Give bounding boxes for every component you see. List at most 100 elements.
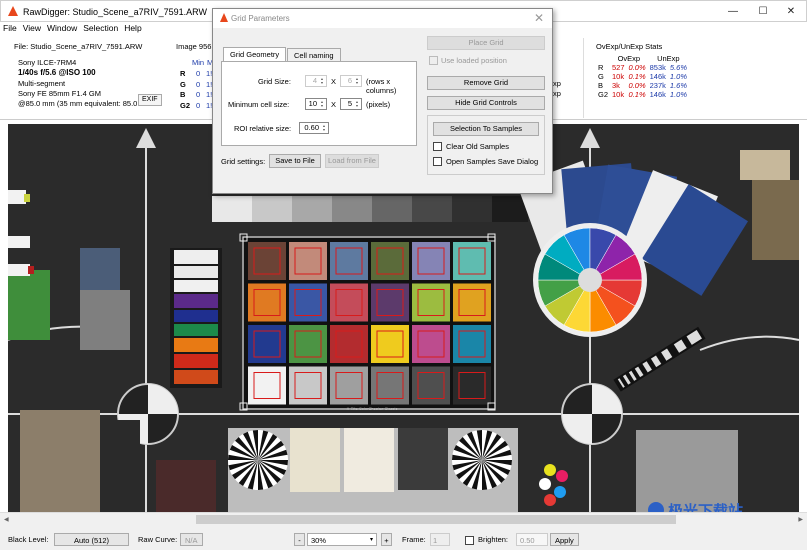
stats-row: R 527 0.0% 853k 5.6% xyxy=(598,63,688,72)
channel-r: R xyxy=(180,69,186,78)
color-checker-chart: X-Rite ColorChecker Classic xyxy=(239,233,496,411)
lens-name: Sony FE 85mm F1.4 GM xyxy=(18,89,101,98)
brighten-input[interactable]: 0.50 xyxy=(516,533,548,546)
chevron-down-icon: ▾ xyxy=(369,537,373,543)
remove-grid-button[interactable]: Remove Grid xyxy=(427,76,545,90)
file-name: File: Studio_Scene_a7RIV_7591.ARW xyxy=(14,42,143,51)
ovexp-header: OvExp xyxy=(617,54,641,63)
black-level-label: Black Level: xyxy=(8,535,49,544)
tab-grid-geometry[interactable]: Grid Geometry xyxy=(223,47,287,61)
min-header: Min xyxy=(192,58,205,67)
minimize-button[interactable]: — xyxy=(723,5,743,19)
grid-rows-input[interactable]: 4 xyxy=(305,75,327,87)
scroll-left-icon[interactable]: ◀ xyxy=(4,516,9,523)
menu-window[interactable]: Window xyxy=(44,22,80,34)
open-samples-dialog-checkbox[interactable] xyxy=(433,157,442,166)
horizontal-scrollbar[interactable]: ◀ ▶ xyxy=(0,512,807,526)
dialog-title: Grid Parameters xyxy=(231,14,290,23)
rawdigger-logo-icon xyxy=(8,6,18,16)
min-cell-height-input[interactable]: 5 xyxy=(340,98,362,110)
partial-exp-2: xp xyxy=(553,89,561,98)
save-to-file-button[interactable]: Save to File xyxy=(269,154,321,168)
stats-row: G2 10k 0.1% 146k 1.0% xyxy=(598,90,688,99)
min-b: 0 xyxy=(196,90,201,99)
dialog-logo-icon xyxy=(220,13,228,22)
camera-model: Sony ILCE-7RM4 xyxy=(18,58,77,67)
grid-cols-input[interactable]: 6 xyxy=(340,75,362,87)
grid-size-x: X xyxy=(331,77,337,86)
frame-select[interactable]: 1 xyxy=(430,533,450,546)
window-title: RawDigger: Studio_Scene_a7RIV_7591.ARW xyxy=(23,7,207,17)
brighten-label: Brighten: xyxy=(478,535,509,544)
black-level-select[interactable]: Auto (512) xyxy=(54,533,129,546)
place-grid-button[interactable]: Place Grid xyxy=(427,36,545,50)
scroll-right-icon[interactable]: ▶ xyxy=(798,516,803,523)
min-g: 0 xyxy=(196,79,201,89)
min-r: 0 xyxy=(196,69,201,78)
clear-old-samples-label: Clear Old Samples xyxy=(446,142,509,151)
stats-title: OvExp/UnExp Stats xyxy=(596,42,663,51)
raw-curve-label: Raw Curve: xyxy=(138,535,178,544)
clear-old-samples-checkbox[interactable] xyxy=(433,142,442,151)
checker-caption: X-Rite ColorChecker Classic xyxy=(347,406,398,411)
raw-curve-select[interactable]: N/A xyxy=(180,533,203,546)
brighten-checkbox[interactable] xyxy=(465,536,474,545)
image-label: Image 956 xyxy=(176,42,212,51)
siemens-star-right xyxy=(452,430,512,490)
use-loaded-label: Use loaded position xyxy=(441,56,507,65)
close-button[interactable]: ✕ xyxy=(781,5,801,19)
exif-button[interactable]: EXIF xyxy=(138,94,162,106)
channel-g2: G2 xyxy=(180,100,191,110)
min-values: 0 0 0 0 xyxy=(196,69,200,111)
partial-exp-1: xp xyxy=(553,79,561,88)
metering-mode: Multi-segment xyxy=(18,79,66,88)
exposure-info: 1/40s f/5.6 @ISO 100 xyxy=(18,68,96,77)
use-loaded-checkbox[interactable] xyxy=(429,56,438,65)
siemens-star-left xyxy=(228,430,288,490)
maximize-button[interactable]: ☐ xyxy=(753,5,773,19)
channel-b: B xyxy=(180,90,186,99)
grid-settings-label: Grid settings: xyxy=(221,157,266,166)
focal-length: @85.0 mm (35 mm equivalent: 85.0 xyxy=(18,99,138,108)
vintage-engraving xyxy=(20,410,100,512)
zoom-out-button[interactable]: - xyxy=(294,533,305,546)
apply-button[interactable]: Apply xyxy=(550,533,579,546)
min-cell-unit: (pixels) xyxy=(366,100,391,109)
stats-row: B 3k 0.0% 237k 1.6% xyxy=(598,81,688,90)
thread-spools xyxy=(170,248,222,388)
grid-geometry-panel: Grid Size: 4 X 6 (rows x columns) Minimu… xyxy=(221,61,417,146)
open-samples-dialog-label: Open Samples Save Dialog xyxy=(446,157,539,166)
scroll-thumb[interactable] xyxy=(196,515,676,524)
load-from-file-button[interactable]: Load from File xyxy=(325,154,379,168)
menu-selection[interactable]: Selection xyxy=(80,22,121,34)
channel-g: G xyxy=(180,79,186,89)
selection-to-samples-button[interactable]: Selection To Samples xyxy=(433,122,539,136)
unexp-header: UnExp xyxy=(657,54,680,63)
min-g2: 0 xyxy=(196,100,201,110)
stats-row: G 10k 0.1% 146k 1.0% xyxy=(598,72,688,81)
texture-patch xyxy=(636,430,738,512)
frame-label: Frame: xyxy=(402,535,426,544)
min-cell-width-input[interactable]: 10 xyxy=(305,98,327,110)
ovexp-stats: OvExp/UnExp Stats OvExp UnExp R 527 0.0% 853… xyxy=(596,42,689,99)
menu-file[interactable]: File xyxy=(0,22,20,34)
tab-cell-naming[interactable]: Cell naming xyxy=(287,48,341,61)
min-cell-x: X xyxy=(331,100,337,109)
zoom-value: 30% xyxy=(311,536,327,545)
channel-labels: R G B G2 xyxy=(180,69,190,111)
grid-size-unit: (rows x columns) xyxy=(366,77,397,95)
hide-grid-controls-button[interactable]: Hide Grid Controls xyxy=(427,96,545,110)
menu-view[interactable]: View xyxy=(20,22,44,34)
grid-size-label: Grid Size: xyxy=(258,77,291,86)
grayscale-strip xyxy=(212,196,528,222)
watermark-text: 极光下载站 xyxy=(668,502,743,512)
zoom-in-button[interactable]: + xyxy=(381,533,392,546)
registration-target-right xyxy=(561,383,623,445)
dialog-close-icon[interactable]: ✕ xyxy=(534,11,544,25)
grid-parameters-dialog: Grid Parameters ✕ Grid Geometry Cell nam… xyxy=(212,8,553,194)
status-bar: Black Level: Auto (512) Raw Curve: N/A -… xyxy=(0,530,807,550)
roi-input[interactable]: 0.60 xyxy=(299,122,329,134)
menu-help[interactable]: Help xyxy=(121,22,144,34)
zoom-select[interactable]: 30% ▾ xyxy=(307,533,377,546)
min-cell-label: Minimum cell size: xyxy=(228,100,290,109)
